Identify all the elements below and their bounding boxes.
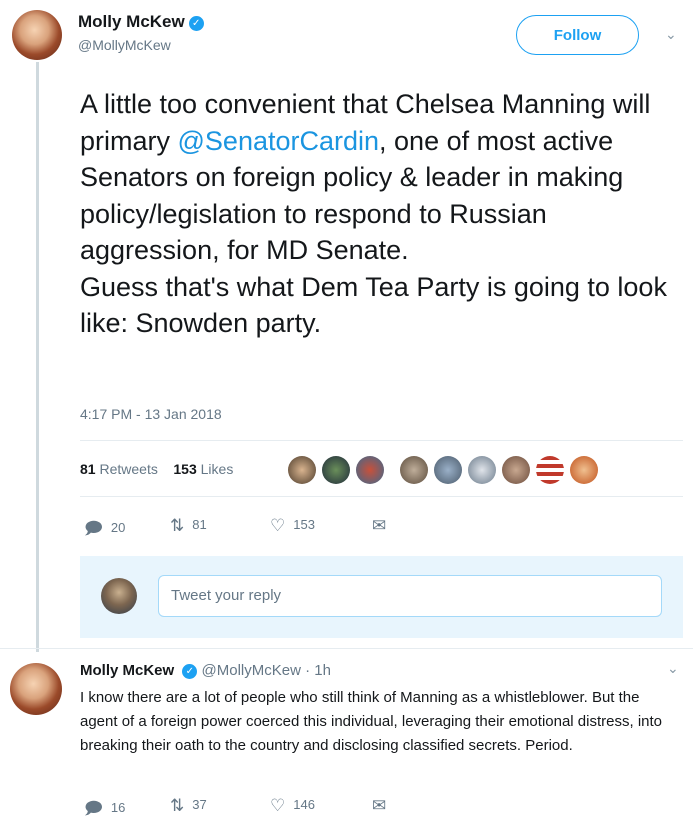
tweet-timestamp[interactable]: 4:17 PM - 13 Jan 2018 — [80, 406, 222, 422]
mention-link[interactable]: @SenatorCardin — [178, 126, 380, 156]
thread-line — [36, 62, 39, 652]
author-handle[interactable]: @MollyMcKew — [78, 37, 204, 53]
envelope-icon: ✉ — [372, 516, 387, 535]
verified-badge-icon: ✓ — [182, 664, 198, 679]
liker-avatar[interactable] — [322, 456, 350, 484]
reply-icon: 🗩 — [84, 519, 103, 538]
retweet-icon: ⇅ — [170, 796, 185, 815]
reply-input[interactable]: Tweet your reply — [158, 575, 662, 617]
retweet-button[interactable]: ⇅ 81 — [170, 516, 207, 536]
divider — [0, 648, 693, 649]
reply-button[interactable]: 🗩 20 — [84, 516, 125, 545]
liker-avatar[interactable] — [468, 456, 496, 484]
reply-header: Molly McKew ✓ @MollyMcKew · 1h — [80, 662, 331, 679]
like-count: 146 — [293, 797, 315, 812]
retweets-label: Retweets — [99, 461, 158, 477]
like-button[interactable]: ♡ 153 — [270, 516, 315, 536]
chevron-down-icon[interactable]: ⌄ — [667, 660, 679, 677]
liker-avatar[interactable] — [570, 456, 598, 484]
liker-avatar[interactable] — [536, 456, 564, 484]
liker-avatar[interactable] — [434, 456, 462, 484]
retweets-stat[interactable]: 81 Retweets — [80, 461, 158, 477]
current-user-avatar — [101, 578, 137, 614]
reply-count: 16 — [110, 800, 126, 815]
retweets-count: 81 — [80, 461, 96, 477]
reply-author-avatar[interactable] — [10, 663, 62, 715]
reply-author-name[interactable]: Molly McKew — [80, 662, 174, 679]
like-count: 153 — [293, 517, 315, 532]
author-name[interactable]: Molly McKew — [78, 12, 185, 31]
author-avatar[interactable] — [12, 10, 62, 60]
retweet-icon: ⇅ — [170, 516, 185, 535]
reply-icon: 🗩 — [84, 799, 103, 818]
envelope-icon: ✉ — [372, 796, 387, 815]
tweet-text-part: Guess that's what Dem Tea Party is going… — [80, 271, 667, 339]
message-button[interactable]: ✉ — [372, 516, 394, 536]
retweet-button[interactable]: ⇅ 37 — [170, 796, 207, 816]
likes-label: Likes — [200, 461, 234, 477]
retweet-count: 81 — [192, 517, 207, 532]
divider — [80, 496, 683, 497]
divider — [80, 440, 683, 441]
follow-button[interactable]: Follow — [516, 15, 639, 55]
chevron-down-icon[interactable]: ⌄ — [665, 26, 677, 43]
tweet-text: A little too convenient that Chelsea Man… — [80, 86, 680, 342]
likes-count: 153 — [173, 461, 197, 477]
liker-avatar[interactable] — [356, 456, 384, 484]
reply-text: I know there are a lot of people who sti… — [80, 689, 662, 754]
author-header: Molly McKew ✓ @MollyMcKew — [78, 12, 204, 53]
liker-avatar[interactable] — [400, 456, 428, 484]
reply-meta[interactable]: @MollyMcKew · 1h — [202, 662, 331, 679]
liker-avatar[interactable] — [288, 456, 316, 484]
heart-icon: ♡ — [270, 796, 286, 815]
reply-button[interactable]: 🗩 16 — [84, 796, 125, 825]
message-button[interactable]: ✉ — [372, 796, 394, 816]
likes-stat[interactable]: 153 Likes — [173, 461, 233, 477]
retweet-count: 37 — [192, 797, 207, 812]
like-button[interactable]: ♡ 146 — [270, 796, 315, 816]
reply-count: 20 — [110, 520, 126, 535]
verified-badge-icon: ✓ — [188, 16, 204, 31]
liker-avatar[interactable] — [502, 456, 530, 484]
engagement-stats: 81 Retweets 153 Likes — [80, 461, 233, 477]
heart-icon: ♡ — [270, 516, 286, 535]
